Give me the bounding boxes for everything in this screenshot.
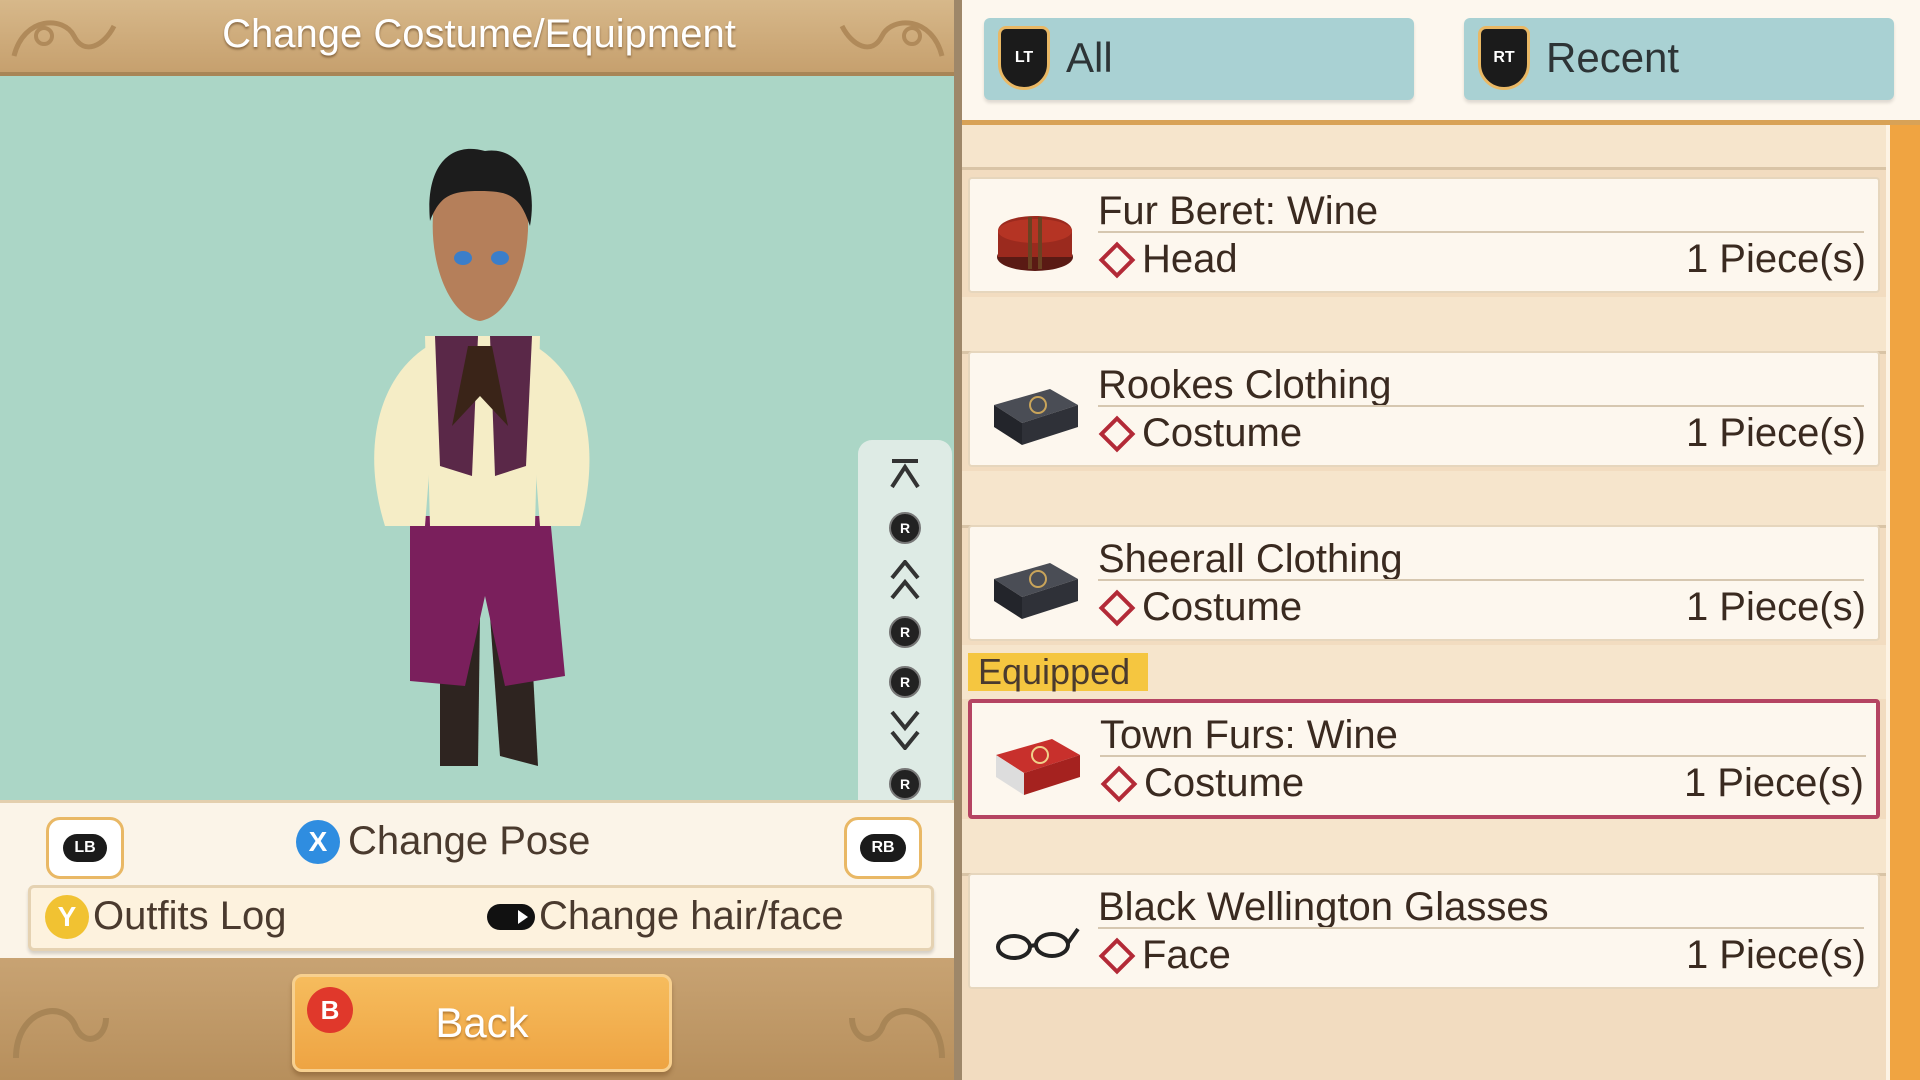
red-clothing-case-icon [996, 739, 1080, 795]
item-quantity: 1 Piece(s) [1685, 411, 1866, 455]
item-quantity: 1 Piece(s) [1685, 237, 1866, 281]
outfits-log-label: Outfits Log [93, 894, 287, 938]
clothing-case-icon [994, 563, 1078, 619]
panel-divider [954, 0, 962, 1080]
item-name: Town Furs: Wine [1100, 713, 1398, 757]
lb-button[interactable]: LB [46, 817, 124, 879]
lt-button-icon: LT [998, 26, 1050, 90]
list-band [962, 819, 1886, 873]
tab-all-label: All [1066, 34, 1113, 81]
zoom-out-icon[interactable] [858, 708, 952, 752]
list-band [962, 471, 1886, 525]
item-quantity: 1 Piece(s) [1683, 761, 1864, 805]
item-slot-label: Head [1142, 237, 1238, 281]
divider [1098, 579, 1864, 581]
diamond-icon [1098, 415, 1136, 452]
right-stick-click-icon [487, 903, 535, 930]
list-item[interactable]: Fur Beret: Wine Head 1 Piece(s) [968, 177, 1880, 293]
item-slot-label: Costume [1142, 585, 1303, 629]
rb-button[interactable]: RB [844, 817, 922, 879]
divider [962, 167, 1886, 170]
item-name: Rookes Clothing [1098, 363, 1392, 407]
equipped-badge: Equipped [968, 653, 1148, 691]
outfits-log-button[interactable]: Y Outfits Log [45, 894, 286, 939]
change-pose-label: Change Pose [348, 819, 591, 863]
glasses-icon [996, 927, 1080, 960]
character-preview[interactable]: R R R R [0, 76, 958, 870]
ornament-icon [13, 1008, 109, 1059]
item-name: Black Wellington Glasses [1098, 885, 1549, 929]
item-slot-label: Costume [1144, 761, 1305, 805]
item-name: Sheerall Clothing [1098, 537, 1403, 581]
list-item[interactable]: Rookes Clothing Costume 1 Piece(s) [968, 351, 1880, 467]
right-stick-up-icon[interactable]: R [858, 506, 952, 550]
diamond-icon [1098, 589, 1136, 626]
back-button[interactable]: B Back [292, 974, 672, 1072]
item-quantity: 1 Piece(s) [1685, 933, 1866, 977]
item-name: Fur Beret: Wine [1098, 189, 1379, 233]
ornament-icon [839, 20, 945, 57]
right-stick-left-icon[interactable]: R [858, 610, 952, 654]
tab-recent[interactable]: RT Recent [1464, 18, 1894, 100]
diamond-icon [1098, 937, 1136, 974]
divider [1098, 927, 1864, 929]
ornament-icon [849, 1008, 945, 1059]
item-slot: Costume [1098, 585, 1302, 630]
tab-all[interactable]: LT All [984, 18, 1414, 100]
item-slot: Costume [1100, 761, 1304, 806]
item-slot-label: Costume [1142, 411, 1303, 455]
hat-icon [997, 216, 1073, 271]
item-slot: Costume [1098, 411, 1302, 456]
rt-button-icon: RT [1478, 26, 1530, 90]
zoom-in-icon[interactable] [858, 558, 952, 602]
zoom-max-icon[interactable] [858, 452, 952, 496]
list-item[interactable]: Black Wellington Glasses Face 1 Piece(s) [968, 873, 1880, 989]
right-stick-right-icon[interactable]: R [858, 660, 952, 704]
item-quantity: 1 Piece(s) [1685, 585, 1866, 629]
x-button-icon: X [296, 819, 340, 864]
divider [1100, 755, 1866, 757]
secondary-actions: Y Outfits Log Change hair/face [28, 885, 934, 951]
list-item-equipped[interactable]: Town Furs: Wine Costume 1 Piece(s) [968, 699, 1880, 819]
list-band [962, 297, 1886, 351]
left-panel: Change Costume/Equipment R R R R LB X Ch… [0, 0, 958, 1080]
tab-recent-label: Recent [1546, 34, 1680, 81]
item-slot: Face [1098, 933, 1231, 978]
page-title: Change Costume/Equipment [222, 12, 736, 56]
character-model [374, 148, 590, 766]
clothing-case-icon [994, 389, 1078, 445]
list-item[interactable]: Sheerall Clothing Costume 1 Piece(s) [968, 525, 1880, 641]
item-list: Fur Beret: Wine Head 1 Piece(s) Rookes C… [962, 125, 1886, 1080]
divider [1098, 405, 1864, 407]
divider [1098, 231, 1864, 233]
controls-bar: LB X Change Pose RB Y Outfits Log Change… [0, 800, 958, 961]
item-slot-label: Face [1142, 933, 1231, 977]
y-button-icon: Y [45, 894, 89, 939]
diamond-icon [1098, 241, 1136, 278]
item-slot: Head [1098, 237, 1238, 282]
list-band [962, 125, 1886, 167]
diamond-icon [1100, 765, 1138, 802]
change-pose-button[interactable]: X Change Pose [296, 819, 590, 864]
scrollbar[interactable] [1890, 125, 1920, 1080]
title-bar: Change Costume/Equipment [0, 0, 958, 76]
change-hair-face-button[interactable]: Change hair/face [487, 894, 844, 939]
change-hair-face-label: Change hair/face [539, 894, 844, 938]
back-label: Back [435, 999, 529, 1046]
filter-tabs: LT All RT Recent [962, 0, 1920, 125]
